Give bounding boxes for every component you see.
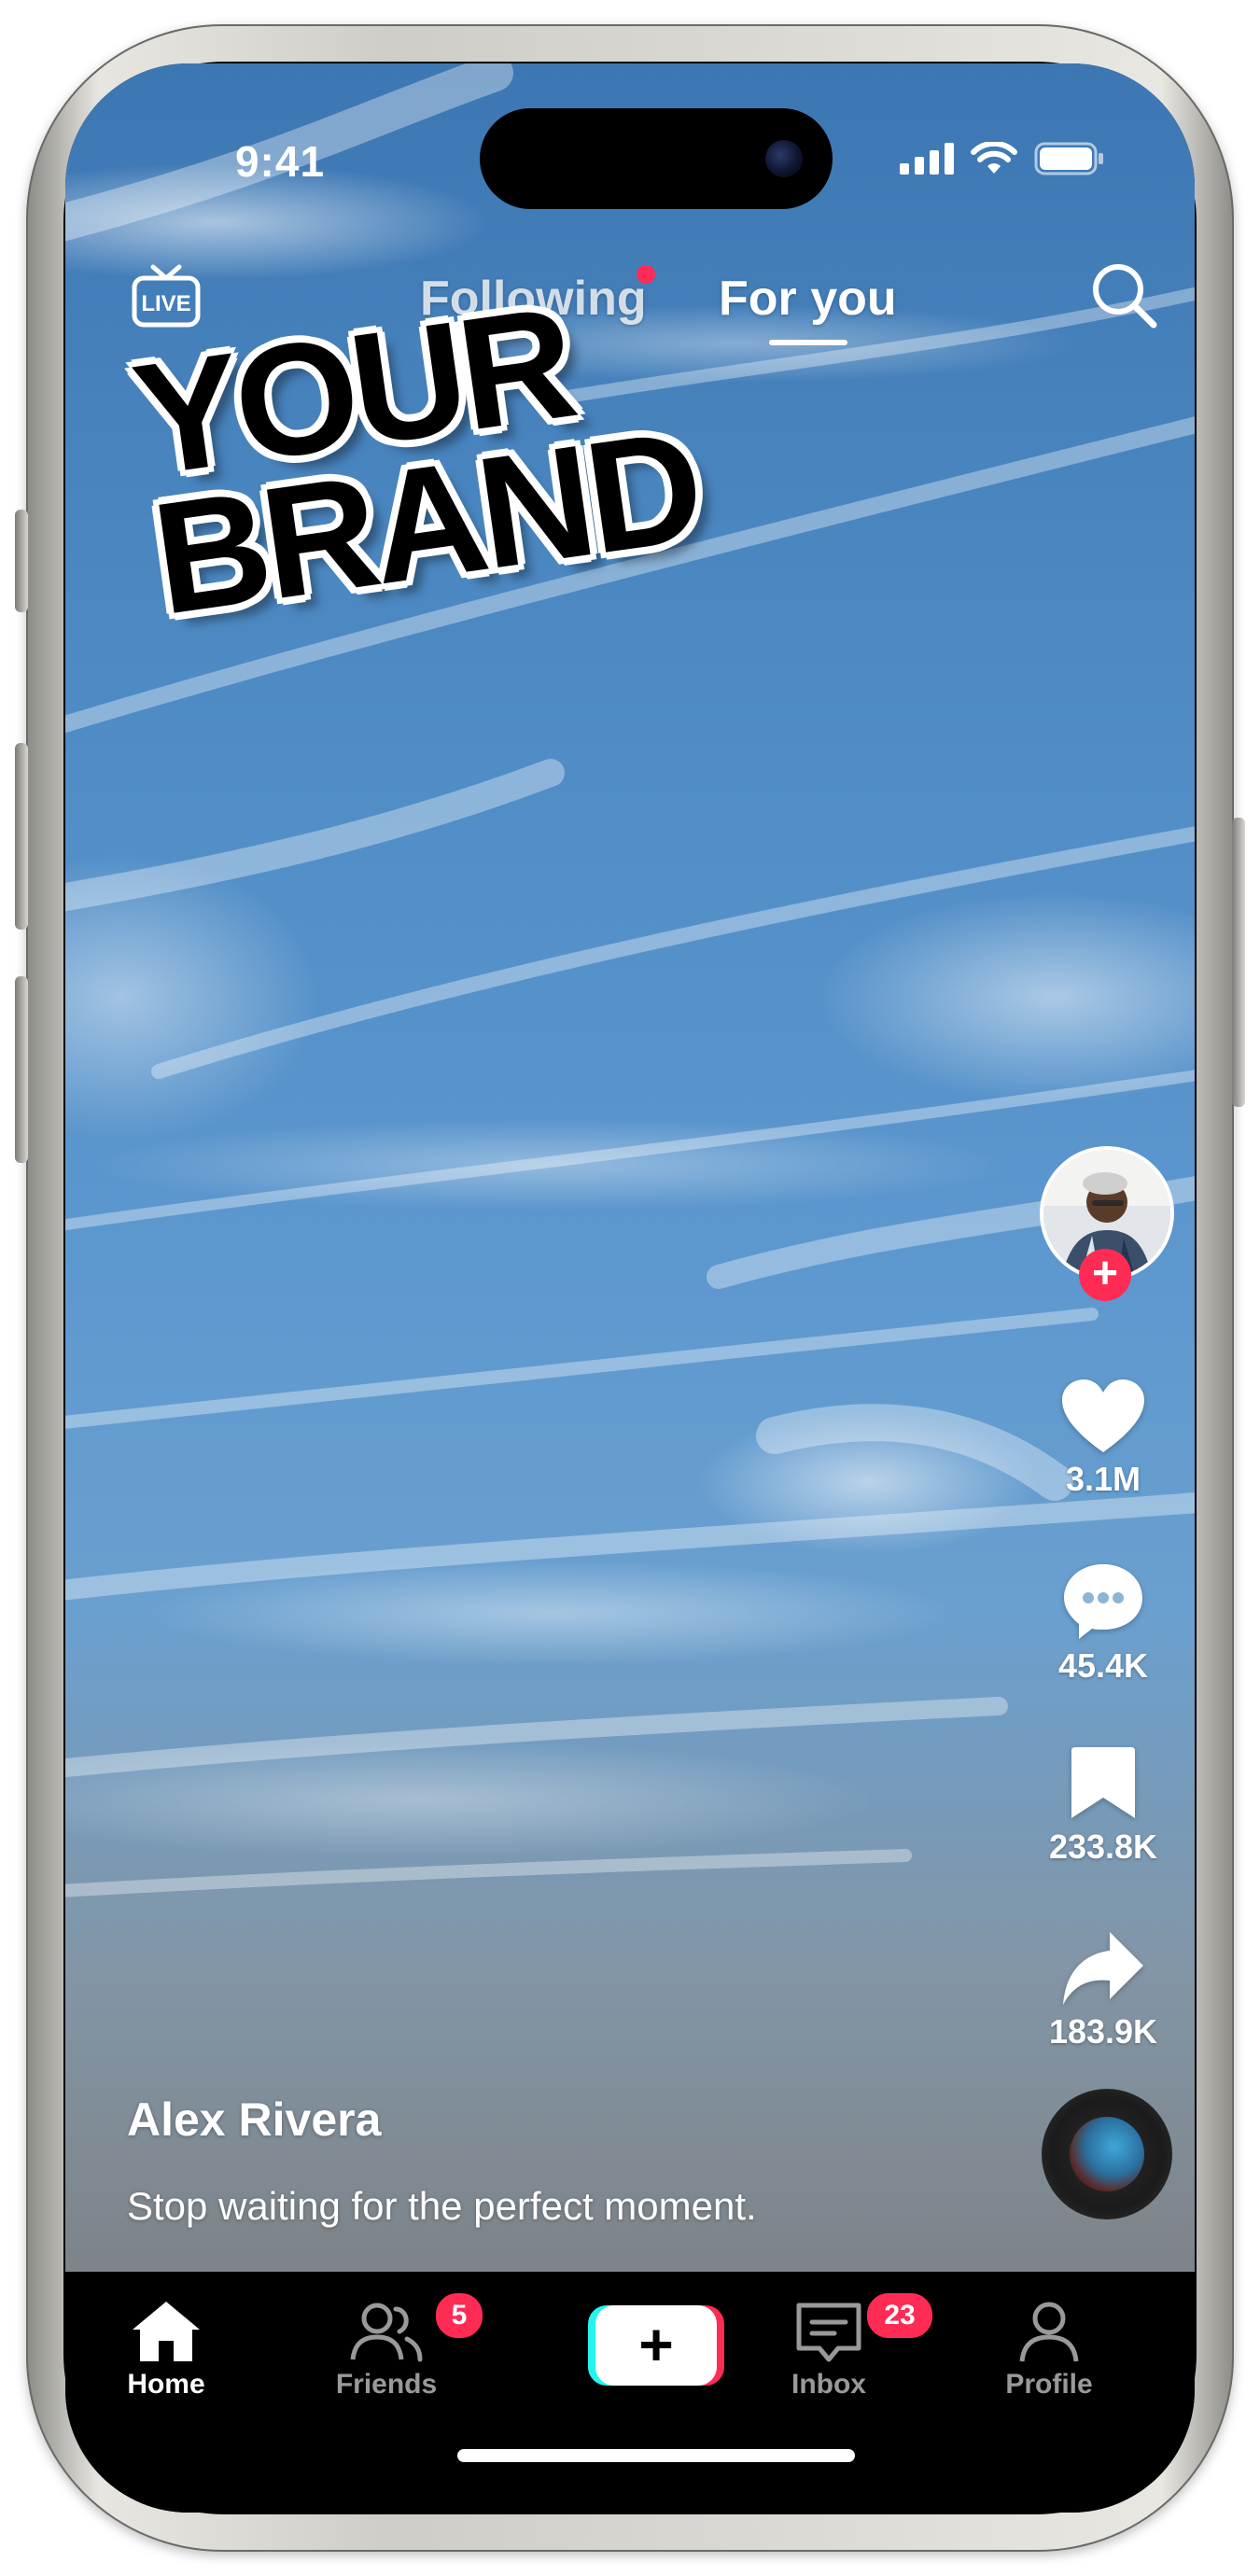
volume-down-button bbox=[15, 976, 28, 1163]
profile-icon bbox=[1019, 2302, 1079, 2362]
heart-icon bbox=[1062, 1379, 1144, 1452]
wifi-icon bbox=[971, 142, 1017, 174]
nav-home-label: Home bbox=[127, 2369, 205, 2400]
bookmark-icon bbox=[1071, 1747, 1135, 1818]
live-icon[interactable]: LIVE bbox=[131, 259, 202, 330]
cellular-signal-icon bbox=[900, 143, 954, 175]
home-icon bbox=[133, 2302, 200, 2361]
nav-inbox-label: Inbox bbox=[791, 2369, 866, 2400]
comment-button[interactable]: 45.4K bbox=[1029, 1562, 1178, 1686]
share-button[interactable]: 183.9K bbox=[1029, 1930, 1178, 2051]
volume-up-button bbox=[15, 743, 28, 930]
action-button bbox=[15, 510, 28, 612]
status-icons bbox=[900, 142, 1105, 175]
dynamic-island bbox=[480, 108, 833, 209]
search-icon[interactable] bbox=[1086, 258, 1161, 332]
brand-sticker: YOUR BRAND bbox=[124, 273, 707, 649]
tab-for-you[interactable]: For you bbox=[719, 271, 897, 327]
music-disc[interactable] bbox=[1042, 2089, 1172, 2219]
nav-profile[interactable]: Profile bbox=[974, 2300, 1124, 2401]
post-caption[interactable]: Stop waiting for the perfect moment. bbox=[127, 2184, 757, 2229]
comment-icon bbox=[1064, 1564, 1142, 1639]
author-name[interactable]: Alex Rivera bbox=[127, 2093, 381, 2147]
like-count: 3.1M bbox=[1065, 1460, 1141, 1498]
power-button bbox=[1232, 818, 1245, 1107]
screen: 9:41 LIVE Following For you YOUR BRAND +… bbox=[65, 63, 1195, 2513]
nav-friends-label: Friends bbox=[335, 2369, 438, 2400]
nav-home[interactable]: Home bbox=[91, 2300, 241, 2401]
follow-plus-button[interactable]: + bbox=[1079, 1249, 1131, 1301]
home-indicator[interactable] bbox=[457, 2449, 855, 2462]
live-label: LIVE bbox=[141, 291, 190, 316]
inbox-badge: 23 bbox=[864, 2290, 935, 2341]
share-count: 183.9K bbox=[1048, 2012, 1158, 2051]
plus-icon: + bbox=[595, 2305, 717, 2386]
share-icon bbox=[1063, 1932, 1143, 2005]
comment-count: 45.4K bbox=[1057, 1646, 1149, 1685]
friends-badge: 5 bbox=[433, 2290, 485, 2341]
battery-icon bbox=[1034, 142, 1103, 175]
save-count: 233.8K bbox=[1048, 1827, 1158, 1866]
inbox-icon bbox=[796, 2303, 861, 2362]
create-button[interactable]: + bbox=[588, 2305, 724, 2386]
phone-frame: 9:41 LIVE Following For you YOUR BRAND +… bbox=[15, 24, 1245, 2552]
active-tab-underline bbox=[769, 340, 847, 345]
status-time: 9:41 bbox=[234, 137, 326, 186]
save-button[interactable]: 233.8K bbox=[1029, 1743, 1178, 1867]
friends-icon bbox=[350, 2303, 423, 2362]
music-cover-icon bbox=[1070, 2117, 1144, 2191]
nav-profile-label: Profile bbox=[1005, 2369, 1093, 2400]
like-button[interactable]: 3.1M bbox=[1029, 1379, 1178, 1499]
front-camera-icon bbox=[765, 140, 803, 177]
